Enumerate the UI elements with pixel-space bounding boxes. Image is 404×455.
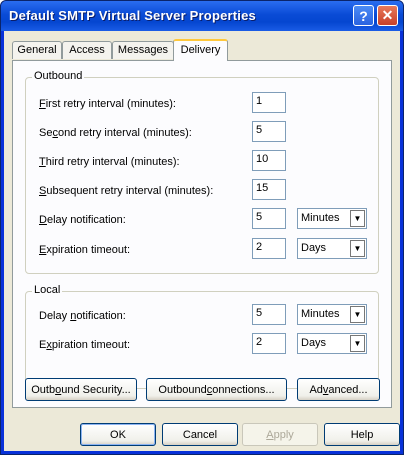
local-expiration-input[interactable]: 2 [252,333,286,354]
help-button[interactable]: Help [324,423,400,446]
third-retry-input[interactable]: 10 [252,150,286,171]
outbound-expiration-unit-select[interactable]: Days ▼ [297,238,367,259]
tab-access[interactable]: Access [62,41,112,59]
outbound-expiration-label: Expiration timeout: [39,244,131,256]
chevron-down-icon[interactable]: ▼ [350,335,365,352]
local-delay-unit-value: Minutes [301,308,340,320]
subsequent-retry-input[interactable]: 15 [252,179,286,200]
title-bar[interactable]: Default SMTP Virtual Server Properties ?… [1,1,403,31]
outbound-delay-unit-select[interactable]: Minutes ▼ [297,208,367,229]
delivery-tab-panel: Outbound First retry interval (minutes):… [12,60,392,408]
tab-general[interactable]: General [12,41,62,59]
outbound-legend: Outbound [32,70,85,82]
outbound-delay-notification-label: Delay notification: [39,214,126,226]
question-mark-icon: ? [359,7,368,24]
third-retry-label: Third retry interval (minutes): [39,156,180,168]
first-retry-input[interactable]: 1 [252,92,286,113]
local-delay-unit-select[interactable]: Minutes ▼ [297,304,367,325]
chevron-down-icon[interactable]: ▼ [350,240,365,257]
local-delay-notification-input[interactable]: 5 [252,304,286,325]
apply-button[interactable]: Apply [242,423,318,446]
close-icon: ✕ [381,7,394,23]
subsequent-retry-label: Subsequent retry interval (minutes): [39,185,214,197]
first-retry-label: First retry interval (minutes): [39,98,176,110]
window-title: Default SMTP Virtual Server Properties [9,8,256,23]
advanced-button[interactable]: Ad v anced... [297,378,380,401]
outbound-expiration-input[interactable]: 2 [252,238,286,259]
outbound-delay-unit-value: Minutes [301,212,340,224]
dialog-window: Default SMTP Virtual Server Properties ?… [0,0,404,455]
help-title-button[interactable]: ? [353,5,374,26]
dialog-client-area: General Access Messages Delivery Outboun… [4,31,400,451]
outbound-expiration-unit-value: Days [301,242,327,254]
outbound-security-button[interactable]: Outb o und Security... [25,378,137,401]
chevron-down-icon[interactable]: ▼ [350,306,365,323]
tab-delivery[interactable]: Delivery [173,39,228,61]
outbound-delay-notification-input[interactable]: 5 [252,208,286,229]
second-retry-input[interactable]: 5 [252,121,286,142]
chevron-down-icon[interactable]: ▼ [350,210,365,227]
local-delay-notification-label: Delay notification: [39,310,126,322]
outbound-connections-button[interactable]: Outbound c onnections... [146,378,287,401]
local-legend: Local [32,284,63,296]
tab-messages[interactable]: Messages [112,41,174,59]
local-expiration-label: Expiration timeout: [39,339,131,351]
local-expiration-unit-select[interactable]: Days ▼ [297,333,367,354]
close-button[interactable]: ✕ [377,5,398,26]
second-retry-label: Second retry interval (minutes): [39,127,192,139]
cancel-button[interactable]: Cancel [162,423,238,446]
tab-strip: General Access Messages Delivery [12,39,392,61]
local-expiration-unit-value: Days [301,337,327,349]
ok-button[interactable]: OK [80,423,156,446]
